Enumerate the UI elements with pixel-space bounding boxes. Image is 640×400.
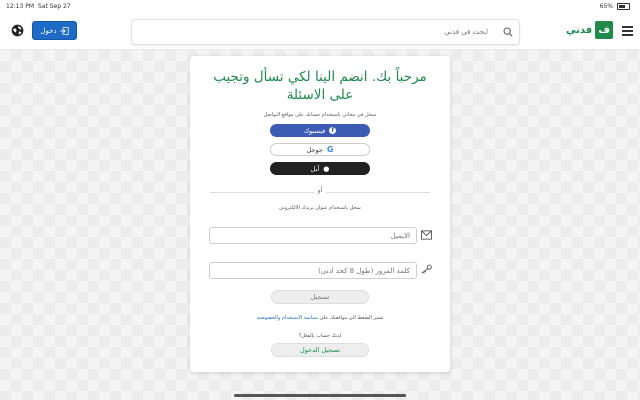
- search-box: [131, 19, 520, 45]
- apple-icon: ●: [323, 164, 330, 173]
- hamburger-menu-icon[interactable]: [622, 26, 633, 38]
- facebook-label: فيسبوك: [303, 126, 326, 135]
- email-signup-hint: سجل باستخدام عنوان بريدك الالكتروني: [279, 205, 361, 211]
- password-field[interactable]: [209, 262, 417, 279]
- terms-prefix: تشير الضغط الى موافقتك على: [319, 315, 384, 321]
- social-signup-hint: سجل في مجاني باستخدام حسابك على مواقع ال…: [263, 112, 377, 118]
- site-logo[interactable]: فدني ف: [566, 21, 614, 39]
- register-button[interactable]: تسجيل: [271, 290, 369, 304]
- google-label: جوجل: [306, 145, 323, 154]
- signup-title: مرحباً بك. انضم الينا لكي تسأل وتجيب على…: [213, 69, 427, 103]
- battery-icon: [617, 3, 630, 10]
- search-input[interactable]: [142, 24, 502, 39]
- apple-label: آبل: [310, 164, 320, 173]
- login-button[interactable]: دخول: [32, 21, 77, 40]
- have-account-text: لديك حساب بالفعل؟: [298, 333, 342, 339]
- login-icon: [59, 26, 69, 35]
- key-icon: [421, 264, 432, 274]
- email-field[interactable]: [209, 227, 417, 244]
- home-indicator[interactable]: [234, 394, 406, 397]
- terms-notice: تشير الضغط الى موافقتك على سياسة الاستخد…: [190, 315, 450, 321]
- search-icon[interactable]: [503, 27, 513, 37]
- status-right: 65%: [600, 3, 630, 10]
- signup-card: مرحباً بك. انضم الينا لكي تسأل وتجيب على…: [190, 56, 450, 372]
- facebook-signup-button[interactable]: فيسبوك f: [270, 124, 370, 137]
- status-bar: 12:13 PM Sat Sep 27 65%: [0, 0, 640, 13]
- login-button-label: دخول: [40, 26, 57, 35]
- status-date: Sat Sep 27: [38, 3, 71, 10]
- apple-signup-button[interactable]: آبل ●: [270, 162, 370, 175]
- google-signup-button[interactable]: جوجل G: [270, 143, 370, 156]
- globe-icon[interactable]: [11, 24, 24, 37]
- google-icon: G: [326, 145, 334, 154]
- signin-button[interactable]: تسجيل الدخول: [271, 343, 369, 357]
- or-label: أو: [314, 187, 326, 194]
- logo-mark: ف: [595, 21, 614, 39]
- terms-link[interactable]: سياسة الاستخدام والخصوصية: [256, 315, 317, 321]
- top-header: دخول فدني ف: [0, 13, 640, 50]
- envelope-icon: [421, 230, 432, 240]
- status-time: 12:13 PM: [6, 3, 34, 10]
- facebook-icon: f: [329, 127, 337, 134]
- logo-wordmark: فدني: [566, 24, 593, 36]
- battery-percent: 65%: [599, 3, 613, 10]
